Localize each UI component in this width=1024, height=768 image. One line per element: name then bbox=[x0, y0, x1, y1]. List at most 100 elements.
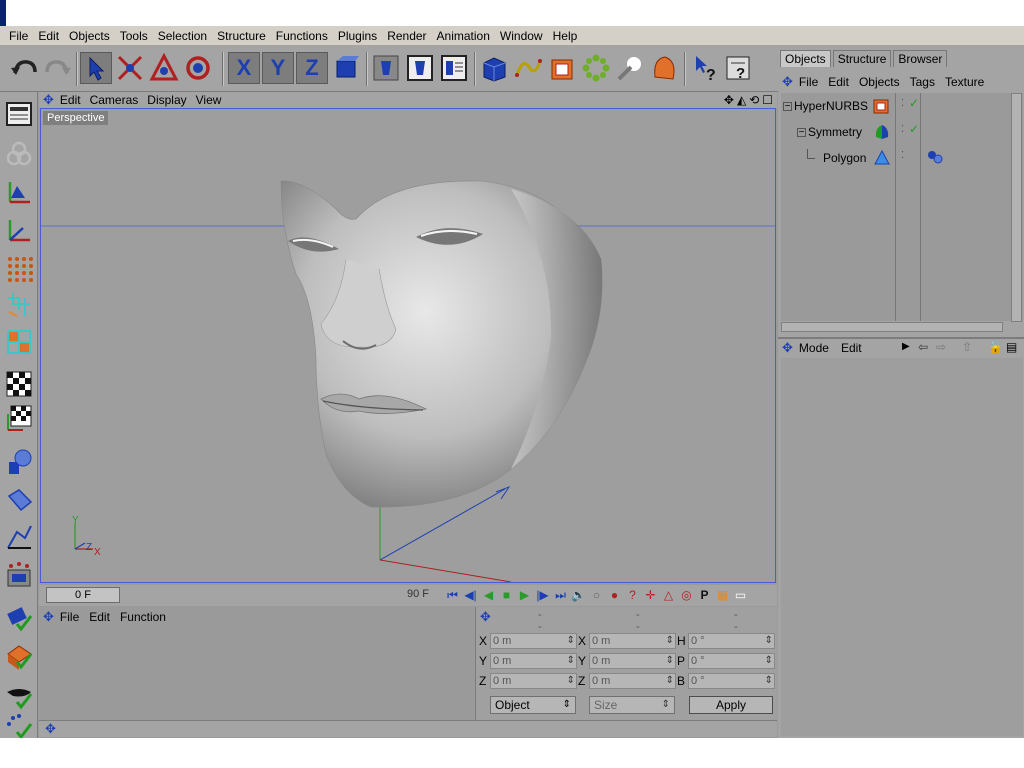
viewport-menu-display[interactable]: Display bbox=[147, 93, 195, 107]
drag-handle-icon[interactable]: ✥ bbox=[45, 721, 56, 737]
render-active-icon[interactable] bbox=[3, 680, 35, 712]
collapse-toggle-icon[interactable]: − bbox=[797, 127, 806, 137]
position-x-field[interactable]: 0 m bbox=[490, 633, 577, 649]
rotation-p-field[interactable]: 0 ° bbox=[688, 653, 775, 669]
polygons-mode-icon[interactable] bbox=[3, 326, 35, 358]
current-frame-field[interactable]: 0 F bbox=[46, 587, 120, 603]
spline-icon[interactable] bbox=[512, 52, 544, 84]
undo-icon[interactable] bbox=[8, 52, 40, 84]
position-y-field[interactable]: 0 m bbox=[490, 653, 577, 669]
tab-browser[interactable]: Browser bbox=[893, 50, 948, 67]
position-z-field[interactable]: 0 m bbox=[490, 673, 577, 689]
play-arrow-icon[interactable]: ▶ bbox=[902, 341, 910, 352]
enable-snap-icon[interactable] bbox=[3, 640, 35, 672]
new-window-icon[interactable]: ▤ bbox=[1006, 340, 1017, 354]
am-menu-mode[interactable]: Mode bbox=[799, 341, 841, 355]
phong-tag-icon[interactable] bbox=[927, 150, 943, 167]
drag-handle-icon[interactable]: ✥ bbox=[43, 92, 54, 108]
up-arrow-icon[interactable]: ⇧ bbox=[962, 340, 972, 354]
drag-handle-icon[interactable]: ✥ bbox=[480, 609, 491, 625]
apply-button[interactable]: Apply bbox=[689, 696, 773, 714]
render-view-icon[interactable] bbox=[370, 52, 402, 84]
object-list-horizontal-scrollbar[interactable] bbox=[781, 322, 1003, 332]
timeline-menu-icon[interactable]: ▭ bbox=[733, 587, 748, 603]
rotate-camera-icon[interactable]: ⟲ bbox=[749, 93, 759, 107]
redo-icon[interactable] bbox=[42, 52, 74, 84]
scene-light-icon[interactable] bbox=[614, 52, 646, 84]
menu-objects[interactable]: Objects bbox=[64, 29, 115, 43]
edges-mode-icon[interactable] bbox=[3, 288, 35, 320]
move-camera-icon[interactable]: ✥ bbox=[724, 93, 734, 107]
keyframe-selection-icon[interactable]: ? bbox=[625, 587, 640, 603]
rotation-b-field[interactable]: 0 ° bbox=[688, 673, 775, 689]
menu-functions[interactable]: Functions bbox=[271, 29, 333, 43]
point-level-animation-icon[interactable]: ▦ bbox=[715, 587, 730, 603]
rotation-key-icon[interactable]: ◎ bbox=[679, 587, 694, 603]
object-axis-icon[interactable] bbox=[3, 176, 35, 208]
drag-handle-icon[interactable]: ✥ bbox=[782, 74, 793, 90]
rotate-icon[interactable] bbox=[182, 52, 214, 84]
menu-window[interactable]: Window bbox=[495, 29, 548, 43]
previous-key-icon[interactable]: ◀| bbox=[463, 587, 478, 603]
om-menu-texture[interactable]: Texture bbox=[945, 75, 994, 89]
visibility-dots-icon[interactable]: ⁚ bbox=[901, 124, 904, 135]
menu-tools[interactable]: Tools bbox=[115, 29, 153, 43]
size-mode-dropdown[interactable]: Size ⇕ bbox=[589, 696, 675, 714]
play-forwards-icon[interactable]: ▶ bbox=[517, 587, 532, 603]
forward-arrow-icon[interactable]: ⇨ bbox=[936, 340, 946, 354]
layout-icon[interactable] bbox=[3, 98, 35, 130]
menu-edit[interactable]: Edit bbox=[33, 29, 64, 43]
drag-handle-icon[interactable]: ✥ bbox=[43, 609, 54, 625]
menu-animation[interactable]: Animation bbox=[432, 29, 495, 43]
model-icon[interactable] bbox=[3, 214, 35, 246]
viewport-menu-view[interactable]: View bbox=[196, 93, 231, 107]
om-menu-objects[interactable]: Objects bbox=[859, 75, 910, 89]
enabled-check-icon[interactable]: ✓ bbox=[909, 122, 919, 136]
coordinate-system-icon[interactable] bbox=[330, 52, 362, 84]
move-icon[interactable] bbox=[114, 52, 146, 84]
menu-render[interactable]: Render bbox=[382, 29, 431, 43]
stop-icon[interactable]: ■ bbox=[499, 587, 514, 603]
go-to-end-icon[interactable]: ⏭ bbox=[553, 587, 568, 603]
drag-handle-icon[interactable]: ✥ bbox=[782, 340, 793, 356]
help-menu-icon[interactable]: ? bbox=[722, 52, 754, 84]
points-mode-icon[interactable] bbox=[3, 252, 35, 284]
help-arrow-icon[interactable]: ? bbox=[690, 52, 722, 84]
sculpt-icon[interactable] bbox=[3, 446, 35, 478]
visibility-dots-icon[interactable]: ⁚ bbox=[901, 150, 904, 161]
menu-file[interactable]: File bbox=[4, 29, 33, 43]
render-picture-viewer-icon[interactable] bbox=[404, 52, 436, 84]
z-axis-lock-icon[interactable]: Z bbox=[296, 52, 328, 84]
record-icon[interactable]: ○ bbox=[589, 587, 604, 603]
tab-structure[interactable]: Structure bbox=[832, 50, 892, 67]
perspective-viewport[interactable]: Perspective Y Z X bbox=[40, 108, 776, 583]
knife-icon[interactable] bbox=[3, 520, 35, 552]
viewport-menu-edit[interactable]: Edit bbox=[60, 93, 90, 107]
enabled-check-icon[interactable]: ✓ bbox=[909, 96, 919, 110]
collapse-toggle-icon[interactable]: − bbox=[783, 101, 792, 111]
rotation-h-field[interactable]: 0 ° bbox=[688, 633, 775, 649]
render-settings-icon[interactable] bbox=[438, 52, 470, 84]
select-points-icon[interactable] bbox=[3, 558, 35, 590]
object-row[interactable]: − HyperNURBS ⁚ ✓ bbox=[783, 95, 923, 117]
tab-objects[interactable]: Objects bbox=[780, 50, 831, 67]
autokey-icon[interactable]: ● bbox=[607, 587, 622, 603]
y-axis-lock-icon[interactable]: Y bbox=[262, 52, 294, 84]
menu-selection[interactable]: Selection bbox=[153, 29, 212, 43]
next-key-icon[interactable]: |▶ bbox=[535, 587, 550, 603]
go-to-start-icon[interactable]: ⏮ bbox=[445, 587, 460, 603]
texture-checker-icon[interactable] bbox=[3, 368, 35, 400]
menu-help[interactable]: Help bbox=[548, 29, 583, 43]
menu-plugins[interactable]: Plugins bbox=[333, 29, 382, 43]
object-row[interactable]: − Symmetry ⁚ ✓ bbox=[797, 121, 923, 143]
x-axis-lock-icon[interactable]: X bbox=[228, 52, 260, 84]
visibility-dots-icon[interactable]: ⁚ bbox=[901, 98, 904, 109]
am-menu-edit[interactable]: Edit bbox=[841, 341, 874, 355]
maximize-view-icon[interactable]: ☐ bbox=[762, 93, 773, 107]
pen-icon[interactable] bbox=[3, 484, 35, 516]
zoom-camera-icon[interactable]: ◭ bbox=[737, 93, 746, 107]
object-list-vertical-scrollbar[interactable] bbox=[1011, 93, 1022, 322]
play-backwards-icon[interactable]: ◀ bbox=[481, 587, 496, 603]
deformer-icon[interactable] bbox=[648, 52, 680, 84]
size-x-field[interactable]: 0 m bbox=[589, 633, 676, 649]
